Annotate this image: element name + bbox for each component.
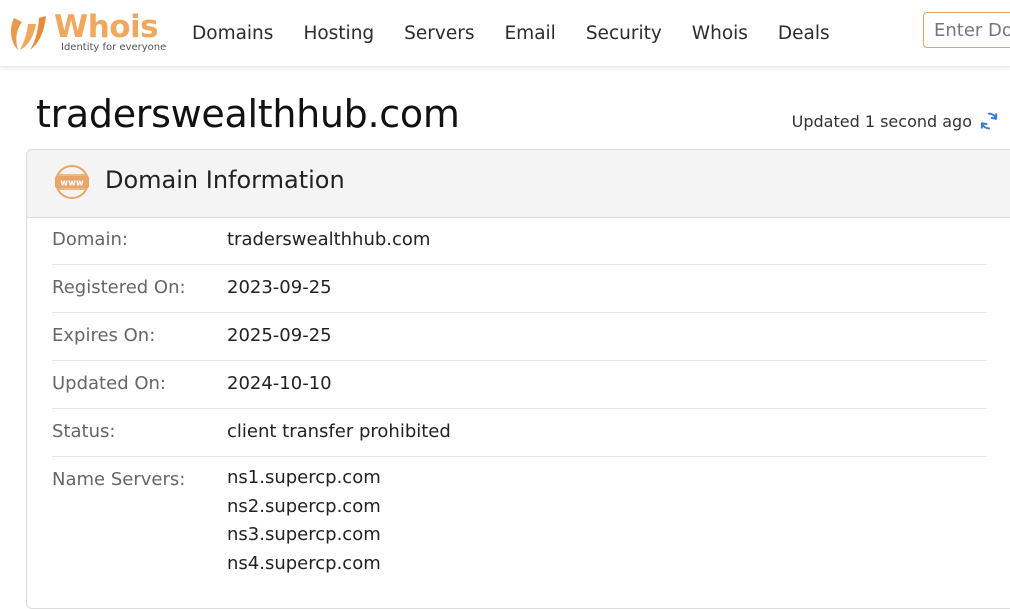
domain-search-input[interactable] [923, 12, 1010, 48]
nav-email[interactable]: Email [504, 23, 555, 44]
info-row-name-servers: Name Servers: ns1.supercp.com ns2.superc… [52, 457, 987, 578]
name-server-item: ns1.supercp.com [227, 467, 381, 488]
info-label: Expires On: [52, 325, 156, 346]
domain-info-heading: Domain Information [105, 166, 345, 194]
nav-whois[interactable]: Whois [692, 23, 748, 44]
info-row-status: Status: client transfer prohibited [52, 409, 987, 457]
name-server-item: ns3.supercp.com [227, 524, 381, 545]
main-nav: Domains Hosting Servers Email Security W… [192, 0, 860, 66]
top-navbar: Whois Identity for everyone Domains Host… [0, 0, 1010, 67]
info-label: Updated On: [52, 373, 166, 394]
nav-hosting[interactable]: Hosting [303, 23, 374, 44]
info-value: client transfer prohibited [227, 421, 451, 442]
refresh-icon[interactable] [978, 110, 1000, 132]
info-value: 2025-09-25 [227, 325, 332, 346]
info-label: Domain: [52, 229, 128, 250]
www-icon: www [55, 165, 89, 199]
info-value: traderswealthhub.com [227, 229, 431, 250]
info-value: 2024-10-10 [227, 373, 332, 394]
domain-info-header: www Domain Information [27, 150, 1010, 218]
logo-mark-icon [10, 16, 46, 50]
nav-security[interactable]: Security [586, 23, 662, 44]
domain-info-table: Domain: traderswealthhub.com Registered … [52, 217, 987, 578]
info-row-updated: Updated On: 2024-10-10 [52, 361, 987, 409]
brand-tagline: Identity for everyone [61, 42, 167, 53]
updated-text: Updated 1 second ago [791, 111, 972, 131]
brand-logo[interactable]: Whois Identity for everyone [6, 8, 166, 56]
svg-text:www: www [60, 179, 84, 189]
info-label: Status: [52, 421, 116, 442]
nav-domains[interactable]: Domains [192, 23, 273, 44]
updated-status: Updated 1 second ago [792, 110, 1000, 132]
info-label: Name Servers: [52, 469, 186, 490]
name-server-item: ns2.supercp.com [227, 495, 381, 517]
info-row-registered: Registered On: 2023-09-25 [52, 265, 987, 313]
nav-deals[interactable]: Deals [778, 23, 830, 44]
info-row-expires: Expires On: 2025-09-25 [52, 313, 987, 361]
info-label: Registered On: [52, 277, 186, 298]
domain-info-card: www Domain Information Domain: traderswe… [26, 149, 1010, 609]
page-title: traderswealthhub.com [36, 92, 460, 136]
info-value: 2023-09-25 [227, 277, 332, 298]
name-server-list: ns1.supercp.com ns2.supercp.com ns3.supe… [227, 464, 381, 578]
brand-name: Whois [54, 9, 159, 45]
info-row-domain: Domain: traderswealthhub.com [52, 217, 987, 265]
nav-servers[interactable]: Servers [404, 23, 474, 44]
name-server-item: ns4.supercp.com [227, 552, 381, 574]
